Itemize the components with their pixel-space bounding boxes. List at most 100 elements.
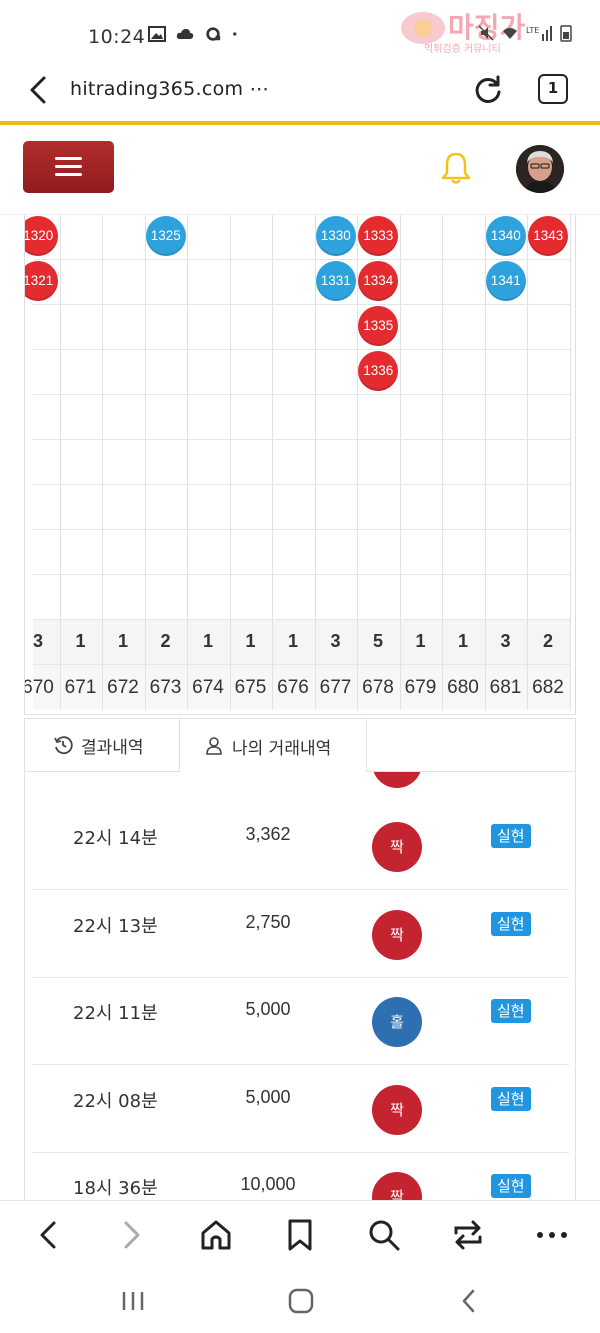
history-result-ball: 짝 <box>372 1084 422 1135</box>
round-number: 675 <box>234 677 267 698</box>
count-row: 3 1 1 2 1 1 1 3 5 1 1 3 2 <box>33 619 570 664</box>
history-result-ball: 짝 <box>372 1172 422 1200</box>
tab-results[interactable]: 결과내역 <box>24 718 180 772</box>
more-icon[interactable] <box>534 1217 570 1253</box>
back-icon[interactable] <box>30 1217 66 1253</box>
column-count: 1 <box>117 631 128 651</box>
status-badge: 실현 <box>491 824 531 848</box>
grid-row-line <box>33 349 570 350</box>
home-icon[interactable] <box>198 1217 234 1253</box>
share-swap-icon[interactable] <box>450 1217 486 1253</box>
history-time: 22시 11분 <box>73 1003 158 1024</box>
column-count: 3 <box>500 631 511 651</box>
tab-my-history-label: 나의 거래내역 <box>232 738 332 759</box>
mute-icon <box>478 25 494 41</box>
result-ball: 1335 <box>358 306 399 346</box>
browser-address-bar: hitrading365.com ⋯ 1 <box>0 60 600 122</box>
column-count: 1 <box>287 631 298 651</box>
round-number: 670 <box>24 677 54 698</box>
grid-row-line <box>33 259 570 260</box>
status-badge: 실현 <box>491 999 531 1023</box>
forward-icon[interactable] <box>114 1217 150 1253</box>
tabs-count-button[interactable]: 1 <box>538 74 568 104</box>
result-ball: 1331 <box>315 261 356 301</box>
menu-line <box>55 165 82 168</box>
recent-apps-icon[interactable] <box>118 1286 148 1316</box>
dot-icon <box>233 32 237 36</box>
grid-column-line <box>569 215 571 710</box>
status-time: 10:24 <box>88 26 146 48</box>
round-number-row: 670 671 672 673 674 675 676 677 678 679 680 681 682 <box>25 664 570 709</box>
wifi-icon <box>503 28 517 39</box>
grid-column-line <box>272 215 273 710</box>
menu-line <box>55 173 82 176</box>
column-count: 3 <box>330 631 341 651</box>
grid-row-line <box>33 529 570 530</box>
result-ball-partial <box>372 772 422 788</box>
bookmark-icon[interactable] <box>282 1217 318 1253</box>
grid-column-line <box>484 215 486 710</box>
history-result-ball: 짝 <box>372 909 422 960</box>
system-nav-bar <box>0 1270 600 1333</box>
round-number: 677 <box>319 677 352 698</box>
history-result-ball: 홀 <box>372 997 422 1047</box>
grid-row-line <box>33 574 570 575</box>
grid-row-line <box>33 304 570 305</box>
result-ball: 1343 <box>528 216 569 256</box>
grid-row-line <box>33 394 570 395</box>
history-result-ball: 짝 <box>372 822 422 872</box>
result-grid-panel: 3112111351132 670 671 672 673 674 675 676 677 67… <box>24 215 576 715</box>
result-ball: 1340 <box>485 216 526 256</box>
result-ball: 1333 <box>358 216 399 256</box>
bell-icon[interactable] <box>440 151 472 185</box>
browser-back-icon[interactable] <box>24 74 54 106</box>
history-row: 22시 08분 5,000 짝 실현 <box>33 1065 569 1153</box>
status-badge: 실현 <box>491 1086 531 1111</box>
history-amount: 2,750 <box>245 911 291 932</box>
status-badge: 실현 <box>491 911 531 936</box>
history-list: 22시 14분 3,362 짝 실현 22시 13분 2,750 짝 실현 22시 11분 5,0… <box>24 772 576 1200</box>
history-time: 22시 14분 <box>73 828 158 849</box>
grid-row-line <box>33 439 570 440</box>
column-count: 2 <box>160 631 171 651</box>
result-ball: 1334 <box>358 261 399 301</box>
column-count: 1 <box>75 631 86 651</box>
svg-text:LTE: LTE <box>526 26 539 35</box>
system-back-icon[interactable] <box>454 1286 484 1316</box>
history-tab-bar: 결과내역 나의 거래내역 <box>24 718 576 773</box>
search-icon[interactable] <box>366 1217 402 1253</box>
history-clock-icon <box>54 736 73 755</box>
history-time: 22시 08분 <box>73 1090 158 1112</box>
history-row: 22시 14분 3,362 짝 실현 <box>33 802 569 890</box>
reload-icon[interactable] <box>470 72 506 108</box>
column-count: 5 <box>372 631 383 651</box>
grid-row-line <box>33 484 570 485</box>
round-number: 679 <box>404 677 437 698</box>
result-ball: 1341 <box>485 261 526 301</box>
round-number: 674 <box>192 677 224 698</box>
avatar[interactable] <box>516 145 564 193</box>
history-amount: 5,000 <box>245 999 291 1019</box>
home-button-icon[interactable] <box>286 1286 316 1316</box>
result-ball: 1325 <box>145 216 186 256</box>
cloud-icon <box>176 29 194 39</box>
menu-line <box>55 157 82 160</box>
history-row: 22시 11분 5,000 홀 실현 <box>33 977 569 1065</box>
grid-column-line <box>187 215 188 710</box>
result-ball: 1321 <box>25 261 59 301</box>
round-number: 682 <box>532 677 564 698</box>
menu-button[interactable] <box>23 141 114 193</box>
watermark-subtext: 먹튀검증 커뮤니티 <box>424 44 501 55</box>
round-number: 681 <box>489 677 522 698</box>
round-number: 680 <box>447 677 479 698</box>
column-count: 1 <box>457 631 468 651</box>
history-time: 18시 36분 <box>73 1178 158 1199</box>
status-bar: 10:24 마징가 먹튀검증 커뮤니티 LTE <box>0 0 600 60</box>
status-icons-right: LTE <box>478 24 572 42</box>
site-header <box>0 125 600 215</box>
tab-my-history[interactable]: 나의 거래내역 <box>179 718 367 773</box>
url-field[interactable]: hitrading365.com ⋯ <box>70 78 269 100</box>
round-number: 676 <box>277 677 309 698</box>
tab-bar-filler <box>367 718 576 772</box>
battery-icon <box>560 25 572 42</box>
